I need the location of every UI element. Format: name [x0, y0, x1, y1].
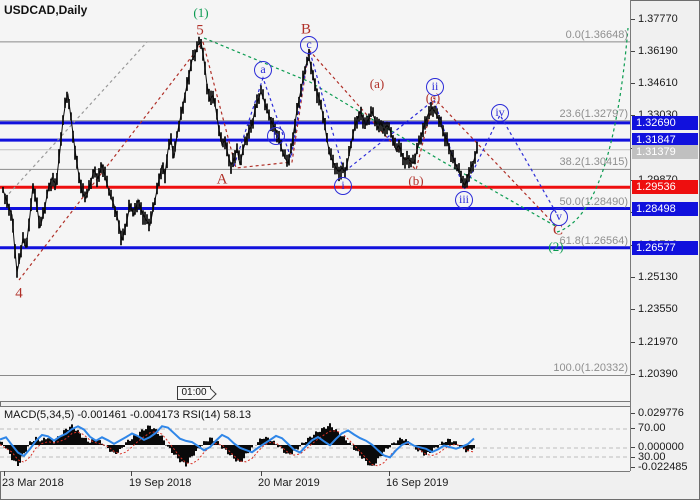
- price-tag: 1.32690: [632, 116, 698, 130]
- indicator-axis-label: 70.00: [638, 422, 666, 434]
- indicator-axis-tick: [631, 428, 635, 429]
- y-axis-label: 1.23550: [638, 303, 678, 315]
- wave-label-b[interactable]: b: [267, 127, 285, 145]
- x-axis-tick: [389, 471, 390, 476]
- wave-projection-line[interactable]: [5, 42, 147, 198]
- wave-label-a[interactable]: (a): [370, 76, 384, 92]
- x-axis-date-label: 19 Sep 2018: [129, 477, 191, 489]
- wave-label-c[interactable]: c: [300, 36, 318, 54]
- fib-level-label[interactable]: 100.0(1.20332): [553, 362, 628, 374]
- fib-level-label[interactable]: 61.8(1.26564): [560, 235, 629, 247]
- y-axis-border: [630, 0, 631, 471]
- period-separator-box[interactable]: 01:00: [177, 386, 211, 400]
- wave-projection-line[interactable]: [19, 42, 203, 280]
- x-axis-tick: [131, 471, 132, 476]
- y-axis-label: 1.21970: [638, 336, 678, 348]
- period-separator-label: 01:00: [181, 387, 206, 398]
- wave-label-iii[interactable]: iii: [455, 191, 473, 209]
- wave-label-5[interactable]: 5: [196, 23, 204, 40]
- y-axis-label: 1.25130: [638, 271, 678, 283]
- y-axis-label: 1.20390: [638, 368, 678, 380]
- x-axis-tick: [4, 471, 5, 476]
- y-axis-tick: [631, 374, 635, 375]
- price-chart-svg: [0, 0, 630, 401]
- indicator-axis-label: 0.029776: [638, 407, 684, 419]
- y-axis-tick: [631, 342, 635, 343]
- y-axis-tick: [631, 51, 635, 52]
- fib-level-label[interactable]: 50.0(1.28490): [560, 196, 629, 208]
- indicator-label: MACD(5,34,5) -0.001461 -0.004173 RSI(14)…: [4, 409, 251, 421]
- y-axis-label: 1.36190: [638, 45, 678, 57]
- y-axis-label: 1.34610: [638, 77, 678, 89]
- wave-label-ii[interactable]: ii: [426, 78, 444, 96]
- x-axis-date-label: 23 Mar 2018: [2, 477, 64, 489]
- y-axis-tick: [631, 19, 635, 20]
- price-line: [3, 42, 477, 272]
- x-axis-date-label: 16 Sep 2019: [386, 477, 448, 489]
- indicator-axis-label: -0.022485: [638, 461, 688, 473]
- y-axis-tick: [631, 309, 635, 310]
- price-tag: 1.28498: [632, 202, 698, 216]
- wave-label-a[interactable]: a: [254, 61, 272, 79]
- fib-level-label[interactable]: 38.2(1.30415): [560, 156, 629, 168]
- symbol-label: USDCAD,Daily: [4, 3, 87, 17]
- price-candles: [3, 37, 477, 278]
- wave-projection-line[interactable]: [309, 50, 557, 227]
- x-axis-date-label: 20 Mar 2019: [258, 477, 320, 489]
- price-tag: 1.29536: [632, 180, 698, 194]
- price-tag: 1.26577: [632, 241, 698, 255]
- fib-level-label[interactable]: 23.6(1.32797): [560, 108, 629, 120]
- y-axis-label: 1.37770: [638, 13, 678, 25]
- indicator-axis-tick: [631, 457, 635, 458]
- wave-label-2[interactable]: (2): [548, 239, 563, 255]
- wave-label-1[interactable]: (1): [193, 5, 208, 21]
- wave-label-i[interactable]: i: [334, 177, 352, 195]
- chart-window: USDCAD,Daily 01:00 MACD(5,34,5) -0.00146…: [0, 0, 700, 500]
- indicator-axis-tick: [631, 467, 635, 468]
- indicator-pane[interactable]: MACD(5,34,5) -0.001461 -0.004173 RSI(14)…: [0, 406, 630, 472]
- wave-label-v[interactable]: v: [550, 208, 568, 226]
- indicator-axis-tick: [631, 413, 635, 414]
- wave-label-4[interactable]: 4: [15, 286, 23, 303]
- y-axis-tick: [631, 83, 635, 84]
- fib-level-label[interactable]: 0.0(1.36648): [566, 29, 628, 41]
- wave-label-iv[interactable]: iv: [491, 104, 509, 122]
- x-axis-tick: [261, 471, 262, 476]
- y-axis-tick: [631, 277, 635, 278]
- price-tag: 1.31379: [632, 145, 698, 159]
- indicator-axis-tick: [631, 447, 635, 448]
- main-chart-pane[interactable]: USDCAD,Daily 01:00: [0, 0, 630, 402]
- wave-label-b[interactable]: (b): [408, 173, 423, 189]
- wave-label-A[interactable]: A: [217, 172, 228, 189]
